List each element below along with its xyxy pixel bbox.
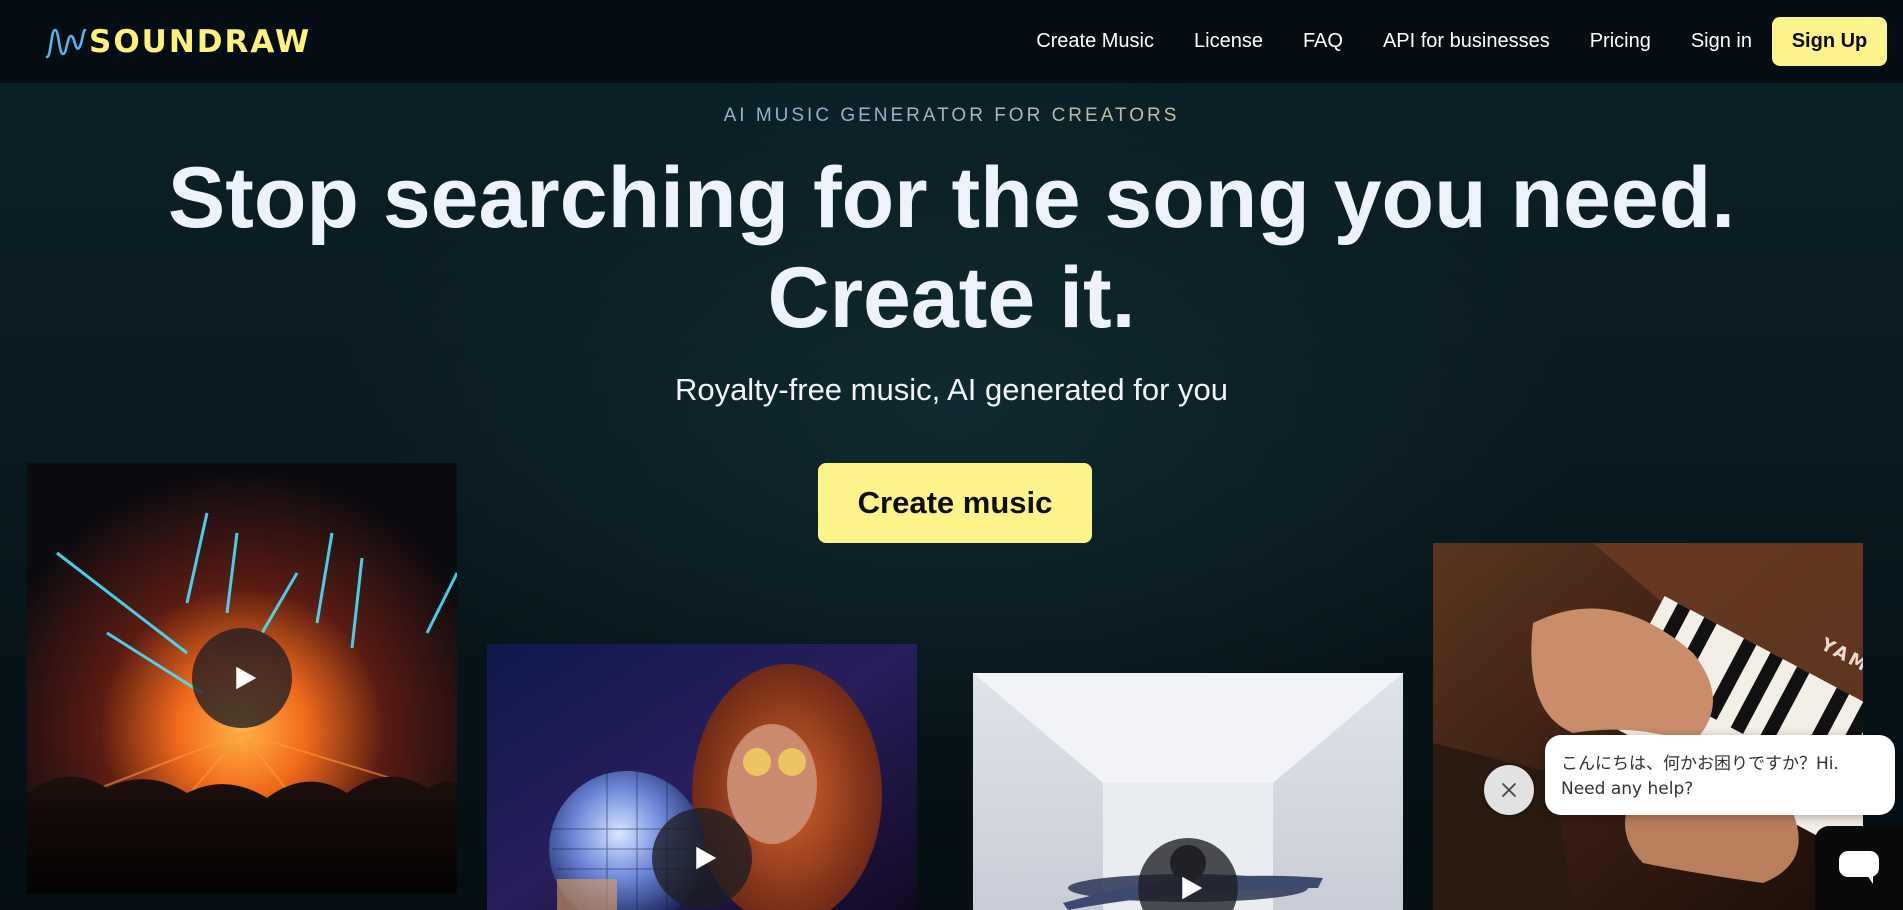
chat-message-bubble[interactable]: こんにちは、何かお困りですか？Hi. Need any help? xyxy=(1545,735,1895,815)
music-card-white-room[interactable] xyxy=(973,673,1403,910)
nav-license[interactable]: License xyxy=(1194,30,1263,53)
piano-image xyxy=(1433,543,1863,910)
header: SOUNDRAW Create Music License FAQ API fo… xyxy=(0,0,1903,83)
nav-sign-in[interactable]: Sign in xyxy=(1691,30,1752,53)
headline-line-1: Stop searching for the song you need. xyxy=(167,150,1736,246)
page: SOUNDRAW Create Music License FAQ API fo… xyxy=(0,0,1903,910)
chat-launcher-button[interactable] xyxy=(1815,826,1903,910)
headline-line-2: Create it. xyxy=(767,250,1136,346)
hero-headline: Stop searching for the song you need. Cr… xyxy=(0,148,1903,348)
nav-api-for-businesses[interactable]: API for businesses xyxy=(1383,30,1550,53)
play-icon xyxy=(695,846,716,870)
main-nav: Create Music License FAQ API for busines… xyxy=(1036,17,1887,66)
music-card-disco[interactable] xyxy=(487,644,917,910)
nav-create-music[interactable]: Create Music xyxy=(1036,30,1154,53)
logo-text: SOUNDRAW xyxy=(89,23,312,60)
nav-pricing[interactable]: Pricing xyxy=(1590,30,1651,53)
nav-faq[interactable]: FAQ xyxy=(1303,30,1343,53)
hero-eyebrow: AI MUSIC GENERATOR FOR CREATORS xyxy=(0,105,1903,127)
play-button[interactable] xyxy=(192,628,292,728)
chat-icon xyxy=(1839,851,1879,884)
chat-message-line-2: Need any help? xyxy=(1561,779,1694,799)
music-card-piano[interactable]: YAM xyxy=(1433,543,1863,910)
chat-message-line-1: こんにちは、何かお困りですか？Hi. xyxy=(1561,754,1839,774)
create-music-button[interactable]: Create music xyxy=(818,463,1092,543)
play-icon xyxy=(1181,876,1202,900)
hero-subhead: Royalty-free music, AI generated for you xyxy=(674,372,1229,407)
close-icon xyxy=(1502,783,1516,797)
music-card-concert[interactable] xyxy=(27,463,457,893)
logo[interactable]: SOUNDRAW xyxy=(45,24,311,60)
logo-wave-icon xyxy=(45,28,87,58)
play-button[interactable] xyxy=(652,808,752,908)
chat-close-button[interactable] xyxy=(1484,765,1534,815)
play-icon xyxy=(235,666,256,690)
sign-up-button[interactable]: Sign Up xyxy=(1772,17,1887,66)
